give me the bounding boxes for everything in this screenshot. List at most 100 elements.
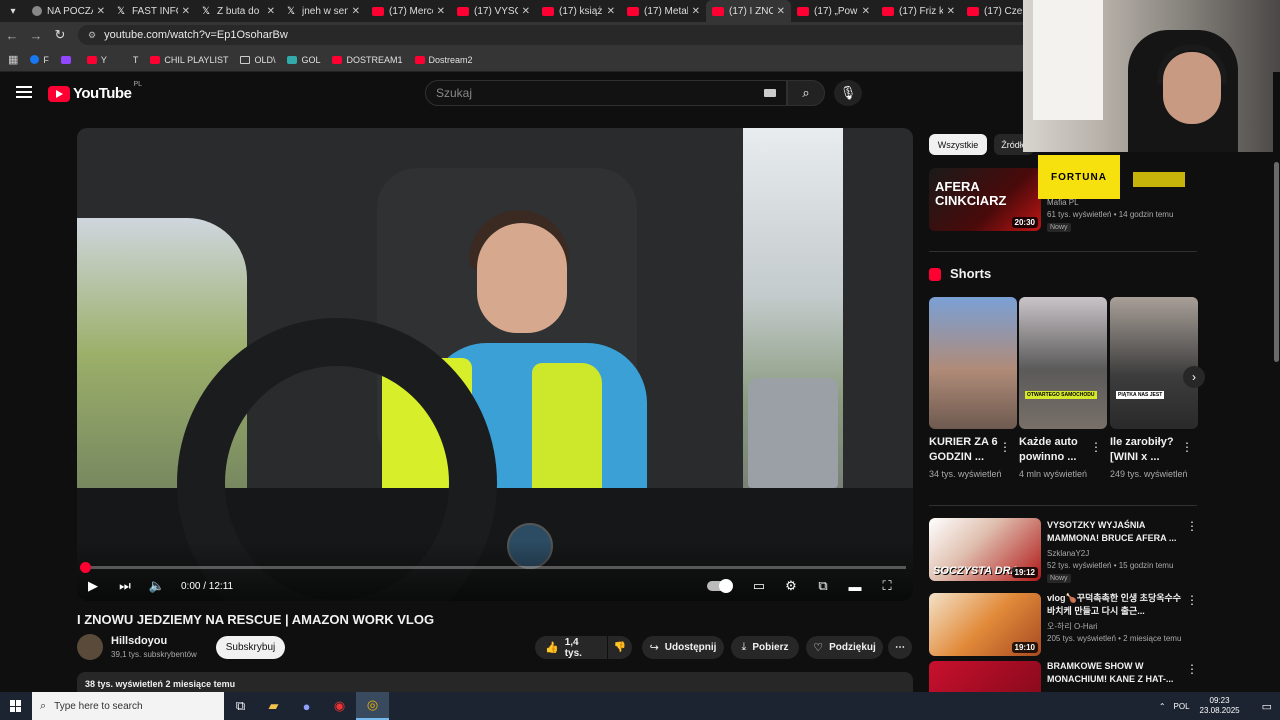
volume-icon[interactable]: 🔈 xyxy=(141,578,173,594)
back-icon[interactable]: ← xyxy=(0,28,24,43)
kebab-menu-icon[interactable]: ⋮ xyxy=(1186,662,1198,676)
taskbar-search-input[interactable]: ⌕ Type here to search xyxy=(32,692,224,720)
bookmark-item[interactable]: Y xyxy=(86,55,107,65)
share-button[interactable]: ↪ Udostępnij xyxy=(642,636,724,659)
shorts-next-chevron-icon[interactable]: › xyxy=(1183,366,1205,388)
chrome-icon[interactable]: ◎ xyxy=(356,692,389,720)
search-button[interactable]: ⌕ xyxy=(787,80,825,106)
subtitles-icon[interactable]: ▭ xyxy=(743,578,775,594)
browser-tab[interactable]: 𝕏 FAST INFO ✕ xyxy=(111,0,196,22)
sidebar-video-thumbnail[interactable] xyxy=(929,661,1041,695)
bookmark-item[interactable]: OLD\ xyxy=(240,55,275,65)
tray-chevron-icon[interactable]: ⌃ xyxy=(1159,702,1166,711)
kebab-menu-icon[interactable]: ⋮ xyxy=(999,440,1011,454)
theater-mode-icon[interactable]: ▬ xyxy=(839,579,871,594)
keyboard-icon[interactable] xyxy=(764,89,776,97)
youtube-logo[interactable]: YouTube PL xyxy=(48,81,142,102)
voice-search-button[interactable]: 🎙 xyxy=(834,80,862,106)
like-button[interactable]: 👍 1,4 tys. xyxy=(535,636,607,659)
bookmark-item[interactable] xyxy=(60,55,75,65)
tab-search-icon[interactable]: ▾ xyxy=(0,0,26,22)
tab-close-icon[interactable]: ✕ xyxy=(437,6,445,17)
browser-tab[interactable]: (17) książk ✕ xyxy=(536,0,621,22)
bookmark-item[interactable]: GOL xyxy=(287,55,320,65)
menu-icon[interactable] xyxy=(16,86,32,98)
clock[interactable]: 09:23 23.08.2025 xyxy=(1200,696,1240,716)
kebab-menu-icon[interactable]: ⋮ xyxy=(1186,519,1198,533)
bookmark-item[interactable]: DOSTREAM1 xyxy=(332,55,403,65)
bookmark-item[interactable]: CHIL PLAYLIST xyxy=(150,55,228,65)
chip-all[interactable]: Wszystkie xyxy=(929,134,987,155)
channel-avatar[interactable] xyxy=(77,634,103,660)
video-player[interactable]: ▶ ⏭ 🔈 0:00 / 12:11 ▭ ⚙ ⧉ ▬ ⛶ xyxy=(77,128,913,601)
tab-close-icon[interactable]: ✕ xyxy=(352,6,360,17)
sidebar-video-title[interactable]: BRAMKOWE SHOW W MONACHIUM! KANE Z HAT-..… xyxy=(1047,660,1182,688)
browser-tab[interactable]: (17) Merce ✕ xyxy=(366,0,451,22)
download-button[interactable]: ⤓ Pobierz xyxy=(731,636,799,659)
short-title[interactable]: Każde auto powinno ... xyxy=(1019,435,1094,465)
tab-close-icon[interactable]: ✕ xyxy=(607,6,615,17)
app-icon[interactable]: ◉ xyxy=(323,692,356,720)
scrollbar-thumb[interactable] xyxy=(1274,162,1279,362)
next-icon[interactable]: ⏭ xyxy=(109,578,141,594)
task-view-icon[interactable]: ⧉ xyxy=(224,692,257,720)
discord-icon[interactable]: ● xyxy=(290,692,323,720)
progress-scrubber[interactable] xyxy=(80,562,91,573)
short-title[interactable]: KURIER ZA 6 GODZIN ... xyxy=(929,435,1004,465)
sidebar-video-channel[interactable]: SzklanaY2J xyxy=(1047,548,1089,560)
bookmark-item[interactable]: Dostream2 xyxy=(414,55,473,65)
dislike-button[interactable]: 👎 xyxy=(608,636,632,659)
url-field[interactable]: ⚙ youtube.com/watch?v=Ep1OsoharBw xyxy=(78,25,1088,45)
kebab-menu-icon[interactable]: ⋮ xyxy=(1090,440,1102,454)
tab-close-icon[interactable]: ✕ xyxy=(182,6,190,17)
browser-tab[interactable]: 𝕏 Z buta do ✕ xyxy=(196,0,281,22)
short-thumbnail[interactable]: PIĄTKA NAS JEST xyxy=(1110,297,1198,429)
progress-bar[interactable] xyxy=(80,562,906,573)
site-info-icon[interactable]: ⚙ xyxy=(88,30,96,41)
page-scrollbar[interactable] xyxy=(1273,72,1280,692)
autoplay-toggle[interactable] xyxy=(707,579,733,593)
more-actions-button[interactable]: ⋯ xyxy=(888,636,912,659)
play-icon[interactable]: ▶ xyxy=(77,578,109,594)
browser-tab[interactable]: (17) I ZNO ✕ xyxy=(706,0,791,22)
short-thumbnail[interactable]: OTWARTEGO SAMOCHODU xyxy=(1019,297,1107,429)
apps-grid-icon[interactable]: ▦ xyxy=(8,53,18,66)
miniplayer-icon[interactable]: ⧉ xyxy=(807,578,839,594)
language-indicator[interactable]: POL xyxy=(1174,702,1190,711)
short-title[interactable]: Ile zarobiły? [WINI x ... xyxy=(1110,435,1185,465)
kebab-menu-icon[interactable]: ⋮ xyxy=(1181,440,1193,454)
bookmark-item[interactable]: F xyxy=(30,55,49,65)
short-thumbnail[interactable] xyxy=(929,297,1017,429)
tab-close-icon[interactable]: ✕ xyxy=(522,6,530,17)
search-input[interactable]: Szukaj xyxy=(425,80,787,106)
browser-tab[interactable]: 𝕏jneh w sen ✕ xyxy=(281,0,366,22)
sidebar-video-title[interactable]: vlog🍗꾸덕촉촉한 인생 초당옥수수 바치케 만들고 다시 출근... xyxy=(1047,592,1182,618)
tab-close-icon[interactable]: ✕ xyxy=(862,6,870,17)
thanks-button[interactable]: ♡ Podziękuj xyxy=(806,636,883,659)
browser-tab[interactable]: (17) Friz ki ✕ xyxy=(876,0,961,22)
file-explorer-icon[interactable]: ▰ xyxy=(257,692,290,720)
sidebar-video-channel[interactable]: 오-하리 O-Hari xyxy=(1047,621,1098,633)
subscribe-button[interactable]: Subskrybuj xyxy=(216,636,285,659)
sidebar-video-thumbnail[interactable]: AFERA CINKCIARZ 20:30 xyxy=(929,168,1041,231)
sidebar-video-title[interactable]: VYSOTZKY WYJAŚNIA MAMMONA! BRUCE AFERA .… xyxy=(1047,519,1182,545)
tab-close-icon[interactable]: ✕ xyxy=(97,6,105,17)
tab-close-icon[interactable]: ✕ xyxy=(267,6,275,17)
bookmark-item[interactable]: T xyxy=(119,55,139,65)
sidebar-video-thumbnail[interactable]: SOCZYSTA DRA 19:12 xyxy=(929,518,1041,581)
tab-close-icon[interactable]: ✕ xyxy=(947,6,955,17)
settings-gear-icon[interactable]: ⚙ xyxy=(775,578,807,594)
browser-tab[interactable]: (17) VYSO ✕ xyxy=(451,0,536,22)
tab-close-icon[interactable]: ✕ xyxy=(777,6,785,17)
notifications-icon[interactable]: ▭ xyxy=(1262,700,1272,713)
sidebar-video-thumbnail[interactable]: 19:10 xyxy=(929,593,1041,656)
reload-icon[interactable]: ↻ xyxy=(48,27,72,43)
browser-tab[interactable]: (17) Metal ✕ xyxy=(621,0,706,22)
browser-tab[interactable]: NA POCZĄ ✕ xyxy=(26,0,111,22)
fullscreen-icon[interactable]: ⛶ xyxy=(871,578,903,594)
kebab-menu-icon[interactable]: ⋮ xyxy=(1186,593,1198,607)
start-button[interactable] xyxy=(0,692,32,720)
tab-close-icon[interactable]: ✕ xyxy=(692,6,700,17)
forward-icon[interactable]: → xyxy=(24,28,48,43)
browser-tab[interactable]: (17) „Powr ✕ xyxy=(791,0,876,22)
